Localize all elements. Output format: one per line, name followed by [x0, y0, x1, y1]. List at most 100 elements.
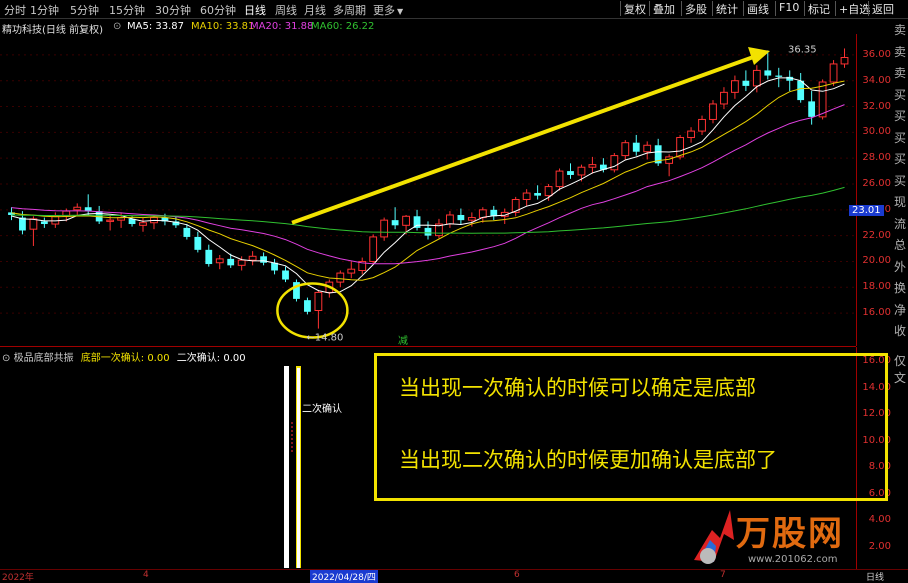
side-tab[interactable]: 外: [894, 257, 908, 279]
period-fenshi[interactable]: 分时: [4, 2, 26, 18]
side-tab[interactable]: 买: [894, 149, 908, 171]
side-tab[interactable]: 文: [894, 369, 908, 386]
candle-body[interactable]: [720, 91, 728, 105]
candle-body[interactable]: [818, 81, 827, 118]
stats-button[interactable]: 统计: [712, 1, 741, 16]
side-tab[interactable]: 卖: [894, 63, 908, 85]
fuquan-button[interactable]: 复权: [620, 1, 649, 16]
period-monthly[interactable]: 月线: [304, 2, 326, 18]
candle-body[interactable]: [764, 70, 772, 76]
period-5min[interactable]: 5分钟: [70, 2, 99, 18]
side-tab[interactable]: 买: [894, 85, 908, 107]
candle-body[interactable]: [205, 249, 213, 265]
candle-body[interactable]: [829, 63, 838, 83]
f10-button[interactable]: F10: [775, 1, 802, 16]
candle-body[interactable]: [478, 209, 487, 219]
candle-body[interactable]: [588, 164, 597, 168]
candle-body[interactable]: [314, 291, 323, 312]
high-price-label: 36.35: [788, 44, 817, 55]
candle-body[interactable]: [555, 170, 564, 188]
side-tab[interactable]: 总: [894, 235, 908, 257]
side-tab[interactable]: 换: [894, 278, 908, 300]
side-tab[interactable]: 净: [894, 300, 908, 322]
price-chart[interactable]: ←14.80 36.35 减: [0, 34, 856, 346]
candle-body[interactable]: [446, 214, 454, 225]
candle-body[interactable]: [632, 142, 640, 152]
candle-body[interactable]: [610, 155, 619, 171]
candle-body[interactable]: [380, 219, 389, 238]
candle-body[interactable]: [391, 220, 399, 226]
mark-button[interactable]: 标记: [804, 1, 833, 16]
period-30min[interactable]: 30分钟: [155, 2, 191, 18]
period-15min[interactable]: 15分钟: [109, 2, 145, 18]
price-tick-label: 34.00: [862, 74, 891, 86]
chevron-down-icon[interactable]: ⊙: [113, 21, 121, 32]
side-tab[interactable]: 现: [894, 192, 908, 214]
candle-body[interactable]: [752, 69, 761, 87]
candle-body[interactable]: [621, 142, 630, 157]
candle-body[interactable]: [643, 144, 652, 153]
candle-body[interactable]: [369, 236, 378, 262]
candle-body[interactable]: [183, 227, 191, 237]
period-indicator[interactable]: 日线: [866, 570, 884, 583]
candle-body[interactable]: [106, 219, 115, 222]
period-weekly[interactable]: 周线: [275, 2, 297, 18]
candle-body[interactable]: [840, 56, 849, 65]
side-tab[interactable]: 仅: [894, 352, 908, 369]
candle-body[interactable]: [347, 268, 356, 274]
side-tab[interactable]: 卖: [894, 42, 908, 64]
candle-body[interactable]: [227, 258, 235, 266]
period-1min[interactable]: 1分钟: [30, 2, 59, 18]
candle-body[interactable]: [248, 255, 257, 261]
candle-body[interactable]: [413, 216, 421, 228]
back-button[interactable]: 返回: [868, 1, 897, 16]
candle-body[interactable]: [336, 272, 345, 283]
candle-body[interactable]: [260, 256, 267, 263]
side-tab[interactable]: 买: [894, 171, 908, 193]
candle-body[interactable]: [237, 259, 246, 266]
candle-body[interactable]: [544, 186, 553, 197]
candle-body[interactable]: [51, 215, 60, 225]
candle-body[interactable]: [687, 130, 695, 139]
candle-body[interactable]: [215, 258, 224, 264]
candle-body[interactable]: [282, 270, 289, 280]
side-tab[interactable]: 流: [894, 214, 908, 236]
candle-body[interactable]: [457, 214, 465, 221]
first-confirm-bar: [284, 366, 289, 568]
candle-body[interactable]: [775, 75, 783, 77]
period-daily[interactable]: 日线: [244, 2, 266, 18]
period-60min[interactable]: 60分钟: [200, 2, 236, 18]
candle-body[interactable]: [402, 215, 410, 226]
candle-body[interactable]: [522, 192, 531, 200]
candle-body[interactable]: [194, 236, 202, 250]
candle-body[interactable]: [742, 80, 750, 86]
side-tab[interactable]: 卖: [894, 20, 908, 42]
draw-line-button[interactable]: 画线: [743, 1, 772, 16]
candle-body[interactable]: [808, 101, 816, 117]
candle-body[interactable]: [534, 193, 542, 196]
side-tab[interactable]: 收: [894, 321, 908, 343]
period-more-label: 更多: [373, 4, 395, 17]
side-tab[interactable]: 买: [894, 128, 908, 150]
candle-body[interactable]: [698, 118, 706, 132]
candle-body[interactable]: [577, 166, 586, 176]
candle-body[interactable]: [797, 80, 805, 101]
candle-body[interactable]: [731, 80, 739, 93]
candle-body[interactable]: [139, 222, 147, 226]
candle-body[interactable]: [40, 221, 48, 225]
candle-body[interactable]: [73, 206, 82, 211]
side-panel-tabs[interactable]: 卖卖卖买买买买买现流总外换净收: [894, 20, 908, 350]
candle-body[interactable]: [676, 137, 685, 158]
candle-body[interactable]: [424, 227, 432, 236]
sub-side-tabs[interactable]: 仅 文: [894, 352, 908, 386]
candle-body[interactable]: [29, 218, 38, 230]
candle-body[interactable]: [567, 171, 574, 175]
multi-stock-button[interactable]: 多股: [681, 1, 710, 16]
side-tab[interactable]: 买: [894, 106, 908, 128]
candle-body[interactable]: [709, 103, 717, 120]
candle-body[interactable]: [304, 300, 311, 312]
overlay-button[interactable]: 叠加: [649, 1, 678, 16]
period-multi[interactable]: 多周期: [333, 2, 366, 18]
period-more[interactable]: 更多 ▼: [373, 2, 403, 18]
candle-body[interactable]: [467, 217, 476, 221]
